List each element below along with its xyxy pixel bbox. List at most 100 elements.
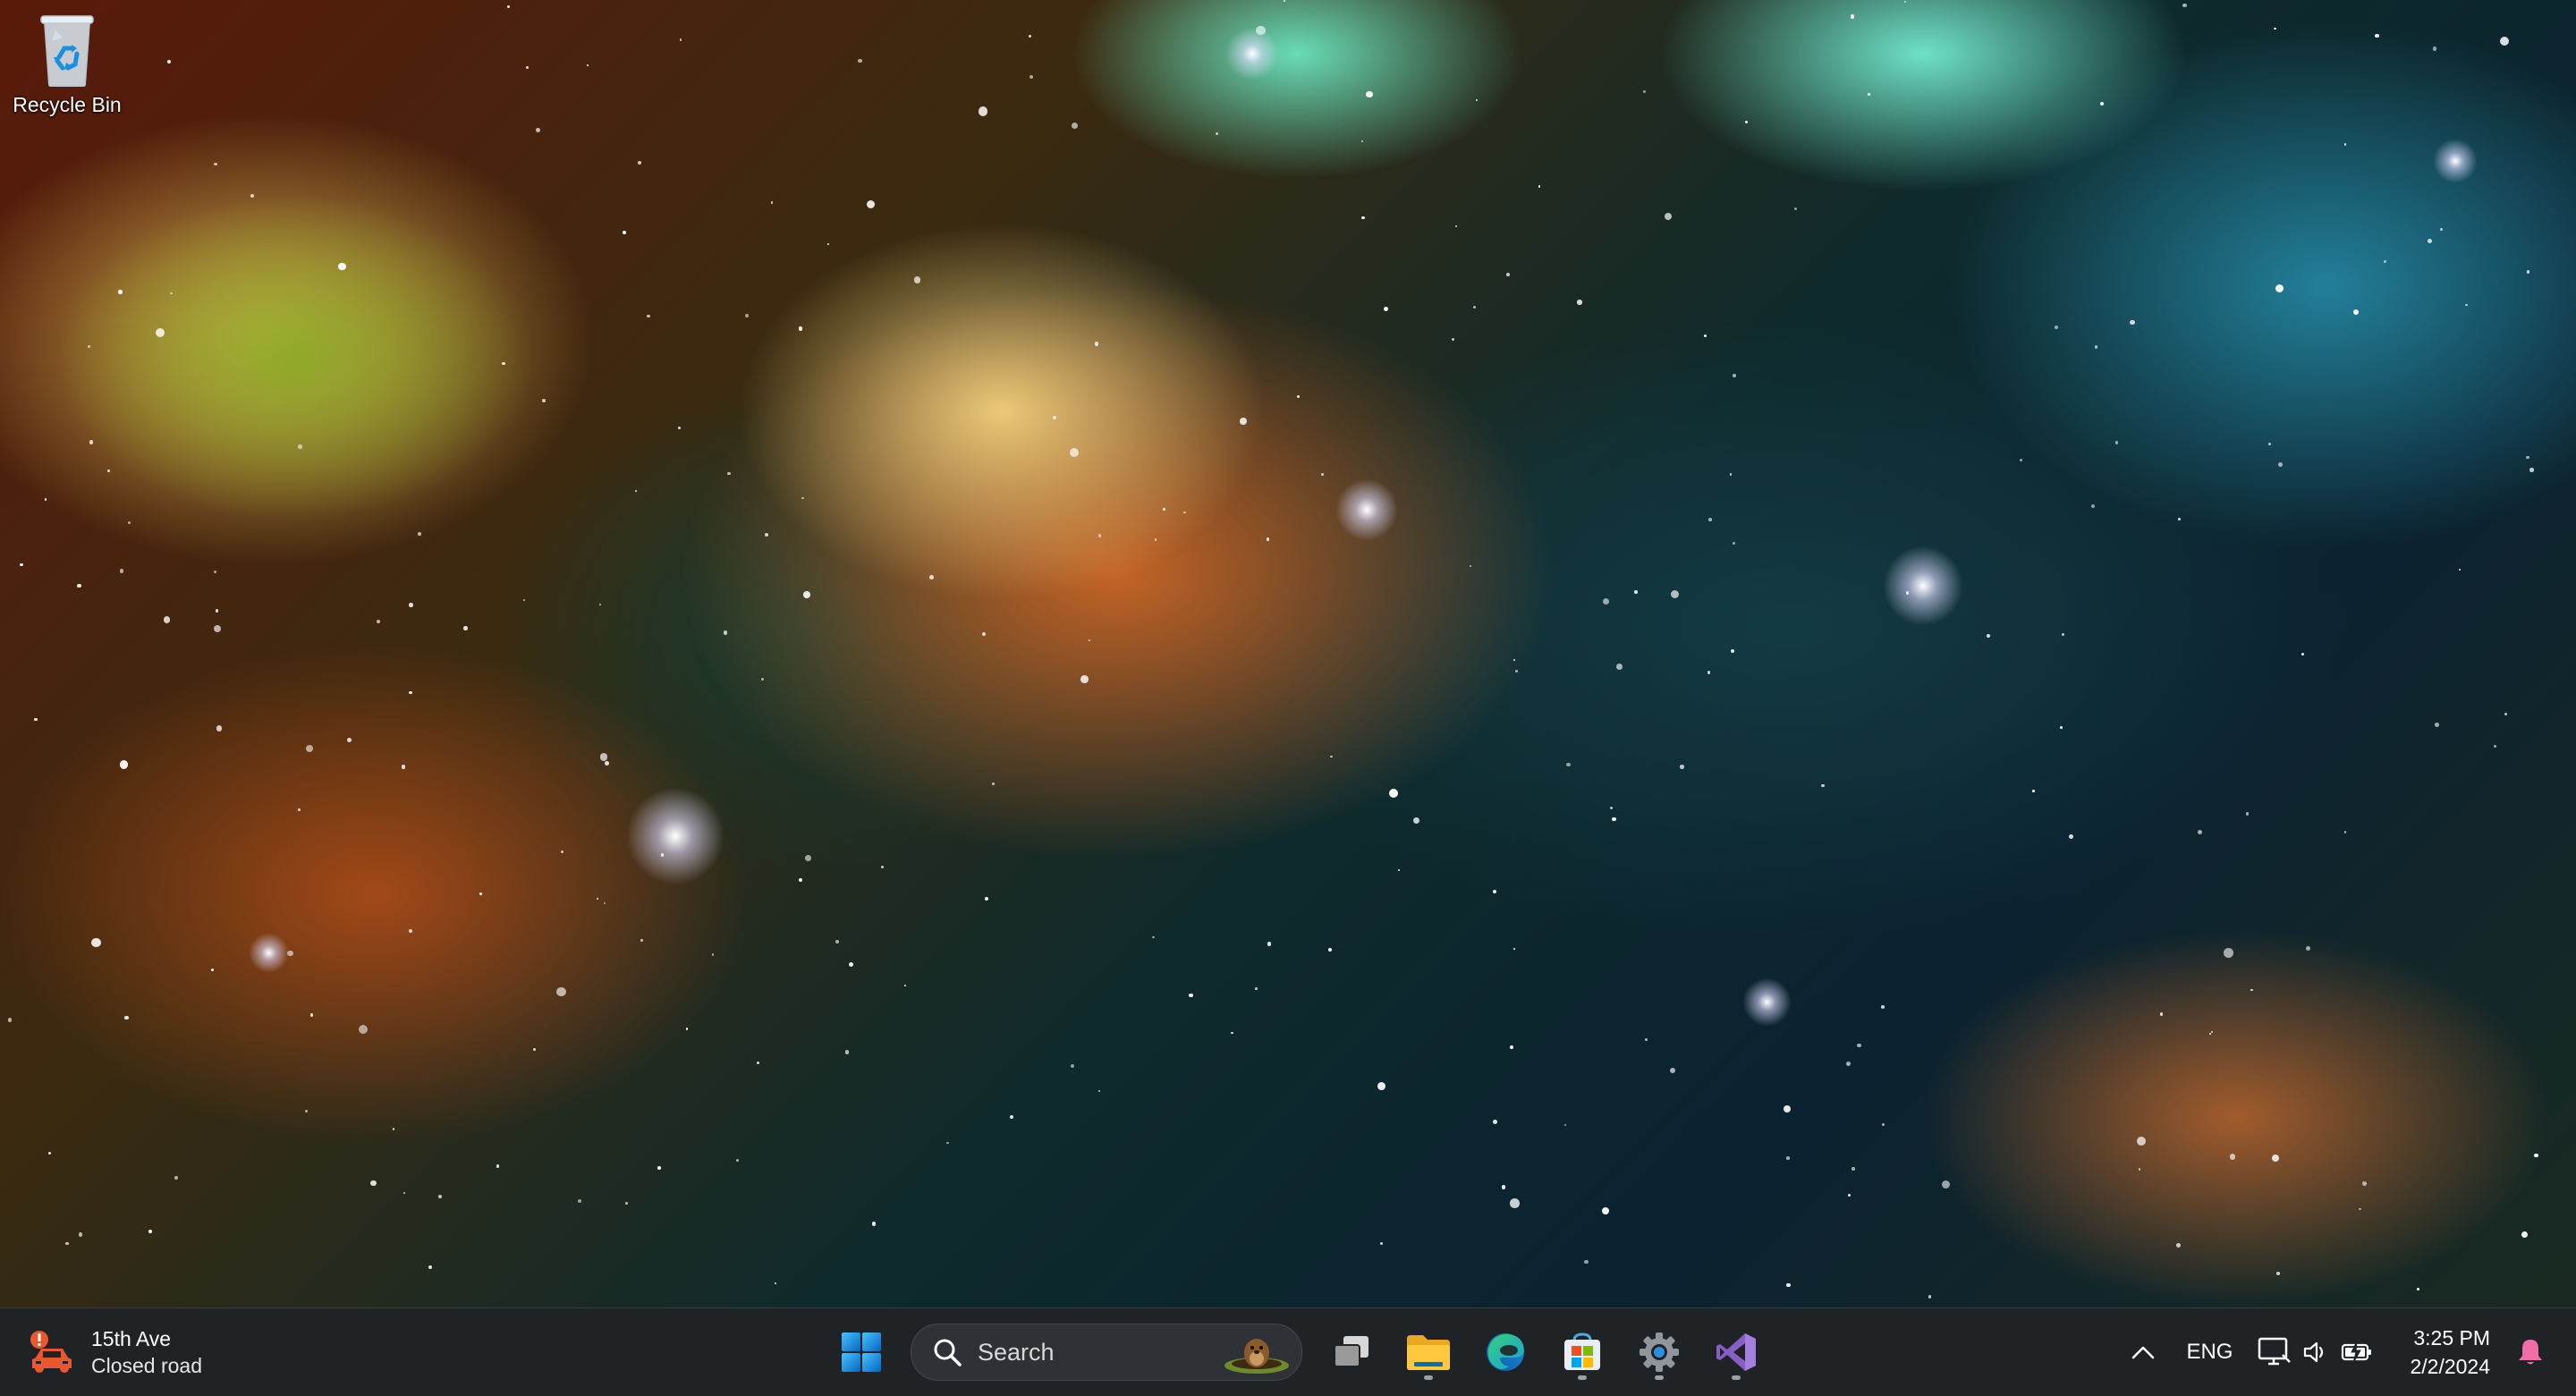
star (77, 583, 81, 588)
star (1029, 74, 1033, 79)
star (44, 498, 47, 501)
star (1283, 0, 1285, 3)
star (1745, 121, 1749, 124)
quick-settings-button[interactable] (2258, 1337, 2374, 1367)
star (599, 753, 608, 762)
star (409, 603, 413, 607)
star (1703, 334, 1707, 338)
star (726, 471, 731, 476)
star (858, 58, 862, 63)
star (1510, 1045, 1514, 1050)
show-hidden-icons-button[interactable] (2125, 1334, 2161, 1370)
star (87, 345, 90, 349)
star (1366, 91, 1373, 98)
star (2504, 712, 2507, 715)
star (2245, 812, 2250, 816)
star (2019, 458, 2022, 461)
star (1321, 473, 1325, 477)
star (1563, 1124, 1567, 1127)
star (34, 717, 38, 722)
file-explorer-button[interactable] (1397, 1323, 1460, 1382)
star (1089, 639, 1091, 641)
star (760, 678, 764, 681)
visual-studio-button[interactable] (1705, 1323, 1767, 1382)
star (1469, 564, 1472, 568)
star (1072, 123, 1079, 130)
notifications-button[interactable] (2517, 1337, 2544, 1367)
running-indicator (1424, 1375, 1433, 1380)
bright-star (1335, 478, 1398, 541)
star (1297, 394, 1301, 398)
star (2526, 455, 2530, 460)
star (297, 808, 301, 811)
star (770, 201, 773, 204)
star (119, 760, 129, 769)
star (479, 893, 482, 895)
star (164, 616, 171, 623)
star (647, 314, 650, 317)
star (507, 5, 510, 8)
star (1028, 34, 1032, 38)
star (1670, 1067, 1676, 1073)
star (2435, 723, 2439, 728)
start-button[interactable] (830, 1323, 893, 1382)
star (2493, 744, 2497, 749)
star (2428, 239, 2433, 244)
star (1610, 807, 1614, 810)
star (502, 362, 505, 366)
star (1380, 1241, 1384, 1246)
recycle-bin-label: Recycle Bin (13, 93, 122, 116)
star (338, 262, 346, 271)
star (250, 194, 254, 198)
bright-star (248, 932, 289, 973)
traffic-widget[interactable]: 15th Ave Closed road (27, 1324, 202, 1380)
network-icon (2258, 1337, 2292, 1366)
star (744, 313, 750, 318)
star (438, 1195, 443, 1199)
star (2094, 345, 2097, 349)
running-indicator (1655, 1375, 1664, 1380)
star (526, 65, 530, 69)
star (848, 961, 854, 968)
windows-start-icon (842, 1333, 881, 1372)
star (213, 571, 216, 574)
star (757, 1062, 760, 1065)
bright-star (626, 787, 724, 885)
star (555, 986, 566, 997)
star (640, 939, 643, 942)
star (2440, 228, 2443, 231)
notification-bell-icon (2519, 1340, 2542, 1365)
star (604, 901, 606, 904)
star (678, 427, 682, 430)
clock-date: 2/2/2024 (2410, 1355, 2490, 1378)
star (1577, 300, 1582, 305)
star (2383, 260, 2386, 264)
taskbar: 15th Ave Closed road Search ENG 3:25 PM … (0, 1307, 2576, 1396)
star (1664, 212, 1672, 220)
star (799, 326, 803, 331)
recycle-bin-shortcut[interactable]: Recycle Bin (5, 7, 129, 125)
star (7, 1018, 13, 1023)
star (1510, 1198, 1520, 1208)
store-button[interactable] (1551, 1323, 1614, 1382)
star (309, 1013, 314, 1017)
clock[interactable]: 3:25 PM 2/2/2024 (2410, 1324, 2490, 1381)
input-language-indicator[interactable]: ENG (2186, 1340, 2233, 1365)
task-view-button[interactable] (1320, 1323, 1383, 1382)
star (2529, 468, 2534, 472)
star (2178, 517, 2182, 520)
star (880, 865, 884, 868)
star (1730, 648, 1735, 653)
star (1240, 418, 1247, 425)
edge-button[interactable] (1474, 1323, 1537, 1382)
star (2274, 27, 2276, 30)
star (370, 1180, 377, 1187)
star (2301, 652, 2305, 656)
taskbar-search[interactable]: Search (911, 1324, 1302, 1381)
settings-button[interactable] (1628, 1323, 1690, 1382)
star (561, 850, 564, 853)
star (1566, 763, 1571, 767)
star (298, 444, 302, 450)
star (403, 1192, 406, 1195)
star (1733, 373, 1737, 378)
